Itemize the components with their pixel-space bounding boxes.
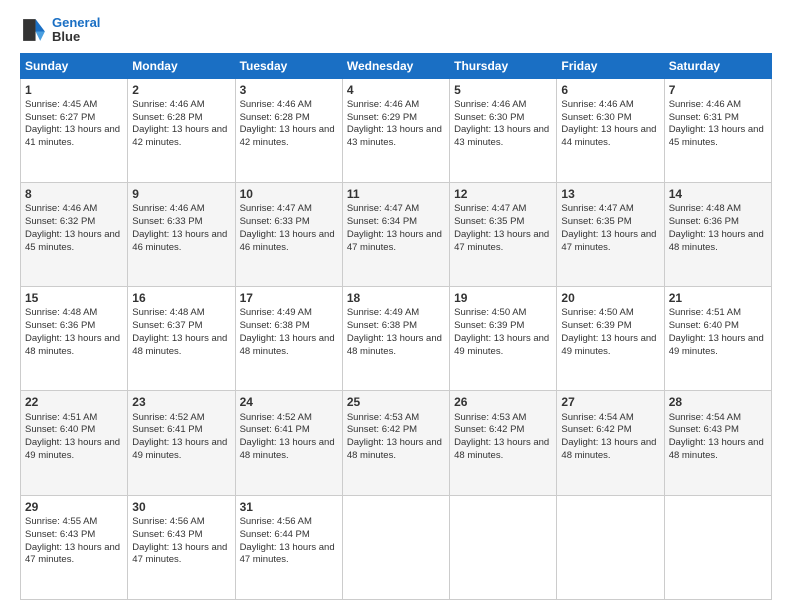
- calendar-cell: 4Sunrise: 4:46 AMSunset: 6:29 PMDaylight…: [342, 78, 449, 182]
- calendar-cell: 29Sunrise: 4:55 AMSunset: 6:43 PMDayligh…: [21, 495, 128, 599]
- calendar-cell: 30Sunrise: 4:56 AMSunset: 6:43 PMDayligh…: [128, 495, 235, 599]
- calendar-cell: 28Sunrise: 4:54 AMSunset: 6:43 PMDayligh…: [664, 391, 771, 495]
- day-number: 31: [240, 499, 338, 515]
- day-number: 28: [669, 394, 767, 410]
- calendar-week-row: 1Sunrise: 4:45 AMSunset: 6:27 PMDaylight…: [21, 78, 772, 182]
- day-number: 5: [454, 82, 552, 98]
- day-number: 10: [240, 186, 338, 202]
- day-number: 7: [669, 82, 767, 98]
- day-number: 15: [25, 290, 123, 306]
- calendar-cell: 24Sunrise: 4:52 AMSunset: 6:41 PMDayligh…: [235, 391, 342, 495]
- header-row: SundayMondayTuesdayWednesdayThursdayFrid…: [21, 53, 772, 78]
- day-number: 4: [347, 82, 445, 98]
- calendar-table: SundayMondayTuesdayWednesdayThursdayFrid…: [20, 53, 772, 600]
- day-number: 23: [132, 394, 230, 410]
- header-day: Thursday: [450, 53, 557, 78]
- calendar-cell: 18Sunrise: 4:49 AMSunset: 6:38 PMDayligh…: [342, 287, 449, 391]
- day-number: 20: [561, 290, 659, 306]
- calendar-cell: [664, 495, 771, 599]
- day-number: 26: [454, 394, 552, 410]
- day-number: 12: [454, 186, 552, 202]
- header-day: Wednesday: [342, 53, 449, 78]
- day-number: 18: [347, 290, 445, 306]
- day-number: 9: [132, 186, 230, 202]
- calendar-cell: 19Sunrise: 4:50 AMSunset: 6:39 PMDayligh…: [450, 287, 557, 391]
- header: General Blue: [20, 16, 772, 45]
- calendar-cell: 1Sunrise: 4:45 AMSunset: 6:27 PMDaylight…: [21, 78, 128, 182]
- calendar-cell: 31Sunrise: 4:56 AMSunset: 6:44 PMDayligh…: [235, 495, 342, 599]
- calendar-cell: 17Sunrise: 4:49 AMSunset: 6:38 PMDayligh…: [235, 287, 342, 391]
- day-number: 3: [240, 82, 338, 98]
- calendar-cell: 8Sunrise: 4:46 AMSunset: 6:32 PMDaylight…: [21, 182, 128, 286]
- calendar-body: 1Sunrise: 4:45 AMSunset: 6:27 PMDaylight…: [21, 78, 772, 599]
- calendar-cell: 7Sunrise: 4:46 AMSunset: 6:31 PMDaylight…: [664, 78, 771, 182]
- day-number: 25: [347, 394, 445, 410]
- day-number: 17: [240, 290, 338, 306]
- calendar-cell: 5Sunrise: 4:46 AMSunset: 6:30 PMDaylight…: [450, 78, 557, 182]
- day-number: 21: [669, 290, 767, 306]
- day-number: 16: [132, 290, 230, 306]
- header-day: Monday: [128, 53, 235, 78]
- calendar-cell: [557, 495, 664, 599]
- day-number: 11: [347, 186, 445, 202]
- calendar-cell: 21Sunrise: 4:51 AMSunset: 6:40 PMDayligh…: [664, 287, 771, 391]
- day-number: 13: [561, 186, 659, 202]
- day-number: 1: [25, 82, 123, 98]
- calendar-cell: 11Sunrise: 4:47 AMSunset: 6:34 PMDayligh…: [342, 182, 449, 286]
- calendar-header: SundayMondayTuesdayWednesdayThursdayFrid…: [21, 53, 772, 78]
- calendar-cell: 3Sunrise: 4:46 AMSunset: 6:28 PMDaylight…: [235, 78, 342, 182]
- header-day: Friday: [557, 53, 664, 78]
- calendar-cell: 6Sunrise: 4:46 AMSunset: 6:30 PMDaylight…: [557, 78, 664, 182]
- calendar-week-row: 15Sunrise: 4:48 AMSunset: 6:36 PMDayligh…: [21, 287, 772, 391]
- header-day: Sunday: [21, 53, 128, 78]
- calendar-cell: 25Sunrise: 4:53 AMSunset: 6:42 PMDayligh…: [342, 391, 449, 495]
- calendar-cell: 22Sunrise: 4:51 AMSunset: 6:40 PMDayligh…: [21, 391, 128, 495]
- logo-text: General Blue: [52, 16, 100, 45]
- logo: General Blue: [20, 16, 100, 45]
- header-day: Saturday: [664, 53, 771, 78]
- calendar-cell: 14Sunrise: 4:48 AMSunset: 6:36 PMDayligh…: [664, 182, 771, 286]
- calendar-cell: 2Sunrise: 4:46 AMSunset: 6:28 PMDaylight…: [128, 78, 235, 182]
- calendar-week-row: 29Sunrise: 4:55 AMSunset: 6:43 PMDayligh…: [21, 495, 772, 599]
- header-day: Tuesday: [235, 53, 342, 78]
- day-number: 27: [561, 394, 659, 410]
- page: General Blue SundayMondayTuesdayWednesda…: [0, 0, 792, 612]
- calendar-week-row: 22Sunrise: 4:51 AMSunset: 6:40 PMDayligh…: [21, 391, 772, 495]
- day-number: 6: [561, 82, 659, 98]
- calendar-cell: 15Sunrise: 4:48 AMSunset: 6:36 PMDayligh…: [21, 287, 128, 391]
- day-number: 24: [240, 394, 338, 410]
- calendar-cell: 10Sunrise: 4:47 AMSunset: 6:33 PMDayligh…: [235, 182, 342, 286]
- logo-icon: [20, 16, 48, 44]
- calendar-cell: [450, 495, 557, 599]
- calendar-cell: 12Sunrise: 4:47 AMSunset: 6:35 PMDayligh…: [450, 182, 557, 286]
- day-number: 2: [132, 82, 230, 98]
- calendar-cell: 16Sunrise: 4:48 AMSunset: 6:37 PMDayligh…: [128, 287, 235, 391]
- calendar-cell: 9Sunrise: 4:46 AMSunset: 6:33 PMDaylight…: [128, 182, 235, 286]
- day-number: 19: [454, 290, 552, 306]
- calendar-cell: 26Sunrise: 4:53 AMSunset: 6:42 PMDayligh…: [450, 391, 557, 495]
- calendar-cell: 27Sunrise: 4:54 AMSunset: 6:42 PMDayligh…: [557, 391, 664, 495]
- calendar-cell: 13Sunrise: 4:47 AMSunset: 6:35 PMDayligh…: [557, 182, 664, 286]
- day-number: 14: [669, 186, 767, 202]
- calendar-cell: [342, 495, 449, 599]
- calendar-cell: 23Sunrise: 4:52 AMSunset: 6:41 PMDayligh…: [128, 391, 235, 495]
- calendar-week-row: 8Sunrise: 4:46 AMSunset: 6:32 PMDaylight…: [21, 182, 772, 286]
- day-number: 30: [132, 499, 230, 515]
- day-number: 22: [25, 394, 123, 410]
- day-number: 29: [25, 499, 123, 515]
- calendar-cell: 20Sunrise: 4:50 AMSunset: 6:39 PMDayligh…: [557, 287, 664, 391]
- day-number: 8: [25, 186, 123, 202]
